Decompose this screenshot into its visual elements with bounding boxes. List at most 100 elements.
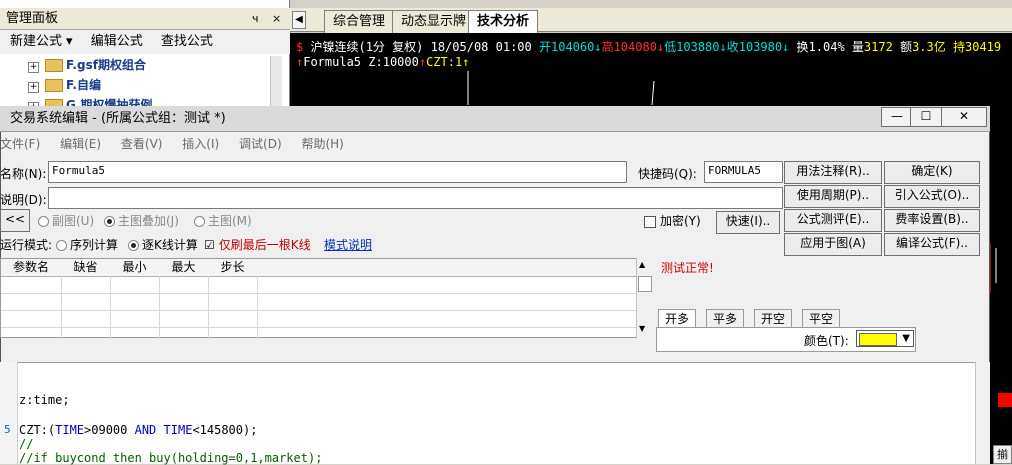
encrypt-checkbox[interactable]: 加密(Y) bbox=[644, 212, 701, 229]
tab-technical-analysis[interactable]: 技术分析 bbox=[468, 10, 539, 34]
compile-formula-button[interactable]: 编译公式(F).. bbox=[884, 233, 980, 256]
color-label: 颜色(T): bbox=[804, 334, 849, 348]
management-panel-title: 管理面板 ч × bbox=[0, 8, 290, 30]
refresh-last-bar-checkbox[interactable]: ☑ 仅刷最后一根K线 bbox=[204, 236, 311, 253]
option-main-chart-label: 主图(M) bbox=[208, 214, 252, 228]
menu-edit[interactable]: 编辑(E) bbox=[60, 137, 101, 151]
menu-help[interactable]: 帮助(H) bbox=[301, 137, 343, 151]
code-keyword: AND bbox=[134, 423, 157, 437]
folder-icon bbox=[45, 59, 63, 72]
table-row[interactable] bbox=[1, 276, 637, 294]
tab-close-short[interactable]: 平空 bbox=[802, 309, 841, 329]
code-text: >09000 bbox=[84, 423, 135, 437]
code-text: <145800); bbox=[192, 423, 258, 437]
param-table-scrollbar[interactable]: ▲ ▼ bbox=[636, 258, 652, 338]
arrow-up-icon: ↑ bbox=[462, 55, 470, 69]
formula-evaluate-button[interactable]: 公式测评(E).. bbox=[784, 209, 882, 232]
menu-debug[interactable]: 调试(D) bbox=[239, 137, 282, 151]
name-field[interactable]: Formula5 bbox=[48, 161, 627, 183]
radio-selected-icon bbox=[128, 240, 139, 251]
quote-datetime: 18/05/08 01:00 bbox=[430, 40, 532, 54]
hotkey-field[interactable]: FORMULA5 bbox=[704, 161, 783, 183]
chevron-down-icon[interactable]: ▾ bbox=[66, 34, 73, 49]
close-icon[interactable]: × bbox=[272, 8, 281, 30]
menu-insert[interactable]: 插入(I) bbox=[182, 137, 219, 151]
collapse-button[interactable]: << bbox=[0, 209, 30, 232]
menu-find-formula[interactable]: 查找公式 bbox=[161, 34, 213, 49]
maximize-button[interactable]: ☐ bbox=[910, 107, 942, 127]
table-row[interactable] bbox=[1, 310, 637, 328]
menu-file[interactable]: 文件(F) bbox=[0, 137, 40, 151]
run-mode-per-bar[interactable]: 逐K线计算 bbox=[128, 236, 198, 253]
description-label: 说明(D): bbox=[0, 193, 47, 207]
scroll-up-icon[interactable]: ▲ bbox=[639, 260, 645, 269]
checkbox-icon bbox=[644, 215, 656, 228]
code-text: z:time; bbox=[19, 393, 70, 407]
apply-to-chart-button[interactable]: 应用于图(A) bbox=[784, 233, 882, 256]
option-subchart-label: 副图(U) bbox=[52, 214, 95, 228]
ok-button[interactable]: 确定(K) bbox=[884, 161, 980, 184]
close-button[interactable]: ✕ bbox=[941, 107, 987, 127]
fast-button[interactable]: 快速(I).. bbox=[716, 211, 780, 234]
radio-selected-icon bbox=[104, 216, 115, 227]
quote-close: 收103980↓ bbox=[726, 40, 790, 54]
folder-icon bbox=[45, 79, 63, 92]
run-mode-series[interactable]: 序列计算 bbox=[56, 236, 118, 253]
tree-item[interactable]: + F.自编 bbox=[10, 76, 101, 94]
run-mode-per-bar-label: 逐K线计算 bbox=[142, 238, 198, 252]
pin-icon[interactable]: ч bbox=[252, 8, 259, 30]
quote-hold: 持30419 bbox=[953, 40, 1002, 54]
param-header-empty bbox=[257, 259, 637, 277]
editor-scrollbar[interactable] bbox=[975, 362, 990, 464]
quote-volume: 3172 bbox=[863, 40, 893, 54]
tab-open-short[interactable]: 开空 bbox=[754, 309, 793, 329]
menu-edit-formula[interactable]: 编辑公式 bbox=[91, 34, 143, 49]
tab-back-icon[interactable]: ◀ bbox=[292, 11, 306, 29]
dialog-title-text: 交易系统编辑 - (所属公式组：测试 *) bbox=[10, 111, 226, 126]
description-field[interactable] bbox=[48, 187, 783, 209]
menu-new-formula[interactable]: 新建公式 bbox=[10, 34, 62, 49]
expand-icon[interactable]: + bbox=[28, 62, 39, 73]
mode-help-link[interactable]: 模式说明 bbox=[324, 236, 372, 253]
code-editor[interactable] bbox=[0, 362, 975, 464]
indicator-czt: CZT:1 bbox=[426, 55, 463, 69]
chart-quote-line: $ 沪镍连续(1分 复权) 18/05/08 01:00 开104060↓高10… bbox=[296, 38, 1001, 55]
quote-turnover: 换1.04% bbox=[796, 40, 845, 54]
quote-symbol: 沪镍连续(1分 复权) bbox=[310, 40, 424, 54]
side-button[interactable]: 揃 bbox=[993, 445, 1012, 464]
param-header-step: 步长 bbox=[208, 259, 258, 277]
tab-close-long[interactable]: 平多 bbox=[706, 309, 745, 329]
chart-indicator-line: ↑Formula5 Z:10000↑CZT:1↑ bbox=[296, 55, 469, 69]
param-header-max: 最大 bbox=[159, 259, 209, 277]
tab-open-long[interactable]: 开多 bbox=[658, 309, 697, 329]
code-line[interactable]: // bbox=[19, 437, 33, 451]
option-main-chart[interactable]: 主图(M) bbox=[194, 212, 252, 229]
tab-overview[interactable]: 综合管理 bbox=[324, 10, 395, 33]
color-select[interactable]: ▼ bbox=[856, 330, 914, 347]
radio-icon bbox=[38, 216, 49, 227]
code-line[interactable]: z:time; bbox=[19, 393, 70, 407]
scroll-thumb[interactable] bbox=[638, 276, 652, 292]
radio-icon bbox=[194, 216, 205, 227]
code-text: CZT:( bbox=[19, 423, 56, 437]
tree-item[interactable]: + F.gsf期权组合 bbox=[10, 56, 146, 74]
code-line[interactable]: //if buycond then buy(holding=0,1,market… bbox=[19, 451, 322, 465]
option-subchart[interactable]: 副图(U) bbox=[38, 212, 94, 229]
chevron-down-icon: ▼ bbox=[902, 333, 910, 344]
option-main-overlay[interactable]: 主图叠加(J) bbox=[104, 212, 179, 229]
dialog-title: 交易系统编辑 - (所属公式组：测试 *) bbox=[0, 106, 990, 132]
import-formula-button[interactable]: 引入公式(O).. bbox=[884, 185, 980, 208]
fee-settings-button[interactable]: 费率设置(B).. bbox=[884, 209, 980, 232]
tree-scrollbar[interactable] bbox=[270, 56, 282, 110]
code-keyword: TIME bbox=[55, 423, 85, 437]
code-line[interactable]: CZT:(TIME>09000 AND TIME<145800); bbox=[19, 423, 257, 437]
tab-dynamic-board[interactable]: 动态显示牌 bbox=[392, 10, 476, 33]
table-row[interactable] bbox=[1, 293, 637, 311]
line-number: 5 bbox=[4, 423, 11, 436]
expand-icon[interactable]: + bbox=[28, 82, 39, 93]
usage-notes-button[interactable]: 用法注释(R).. bbox=[784, 161, 882, 184]
menu-view[interactable]: 查看(V) bbox=[121, 137, 163, 151]
use-period-button[interactable]: 使用周期(P).. bbox=[784, 185, 882, 208]
minimize-button[interactable]: — bbox=[881, 107, 913, 127]
scroll-down-icon[interactable]: ▼ bbox=[639, 324, 645, 333]
